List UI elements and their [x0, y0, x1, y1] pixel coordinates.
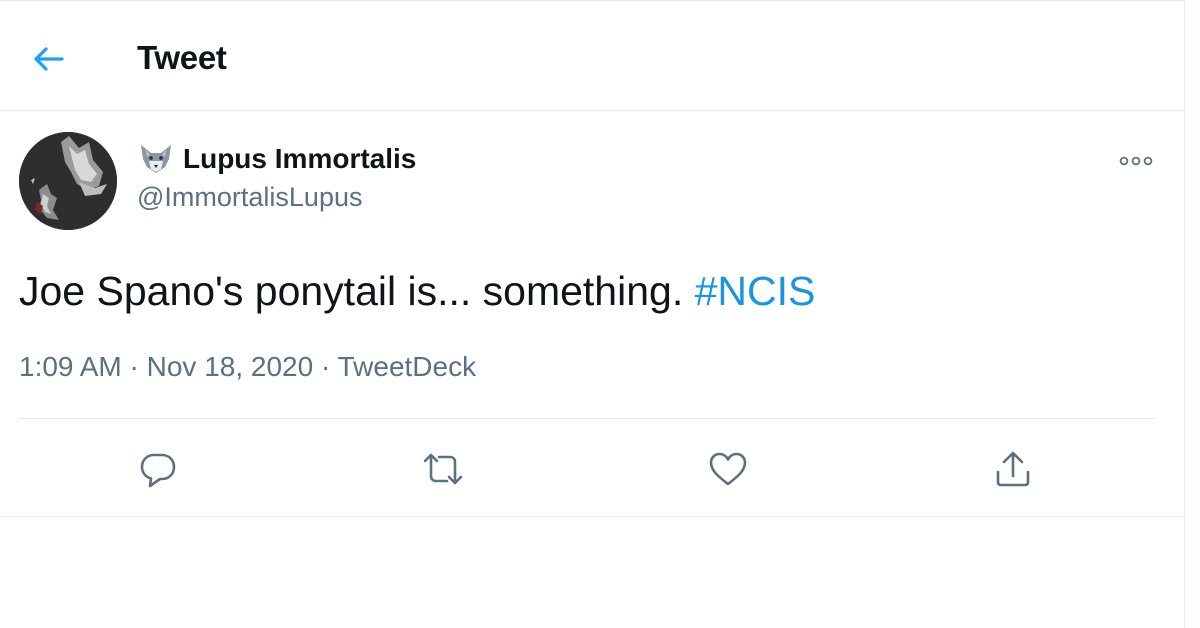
- share-icon: [993, 448, 1033, 490]
- tweet-date[interactable]: Nov 18, 2020: [147, 351, 314, 382]
- tweet-source-link[interactable]: TweetDeck: [338, 351, 477, 382]
- reply-icon: [138, 449, 178, 489]
- retweet-icon: [420, 449, 466, 489]
- tweet-metadata: 1:09 AM · Nov 18, 2020 · TweetDeck: [19, 351, 476, 383]
- page-header: Tweet: [0, 1, 1185, 111]
- share-button[interactable]: [989, 445, 1037, 493]
- divider: [19, 418, 1155, 419]
- divider: [0, 516, 1185, 517]
- tweet-page: Tweet Lupus Immortalis @ImmortalisLupus …: [0, 0, 1185, 628]
- meta-separator: ·: [320, 351, 331, 382]
- more-options-button[interactable]: [1112, 146, 1160, 176]
- author-display-name: Lupus Immortalis: [183, 143, 417, 174]
- hashtag-link[interactable]: #NCIS: [695, 268, 816, 314]
- tweet-time[interactable]: 1:09 AM: [19, 351, 122, 382]
- retweet-button[interactable]: [419, 445, 467, 493]
- reply-button[interactable]: [134, 445, 182, 493]
- author-name-row[interactable]: Lupus Immortalis: [137, 143, 416, 175]
- avatar[interactable]: [19, 132, 117, 230]
- tweet-text: Joe Spano's ponytail is... something. #N…: [19, 263, 815, 319]
- more-icon: [1118, 155, 1154, 167]
- meta-separator: ·: [129, 351, 139, 382]
- author-handle[interactable]: @ImmortalisLupus: [137, 182, 362, 213]
- page-title: Tweet: [137, 39, 227, 76]
- wolf-emoji-icon: [137, 143, 175, 175]
- arrow-left-icon: [31, 45, 65, 73]
- tweet-body: Joe Spano's ponytail is... something.: [19, 268, 695, 314]
- like-icon: [707, 449, 749, 489]
- like-button[interactable]: [704, 445, 752, 493]
- wolf-avatar-image: [19, 132, 117, 230]
- back-button[interactable]: [24, 37, 72, 81]
